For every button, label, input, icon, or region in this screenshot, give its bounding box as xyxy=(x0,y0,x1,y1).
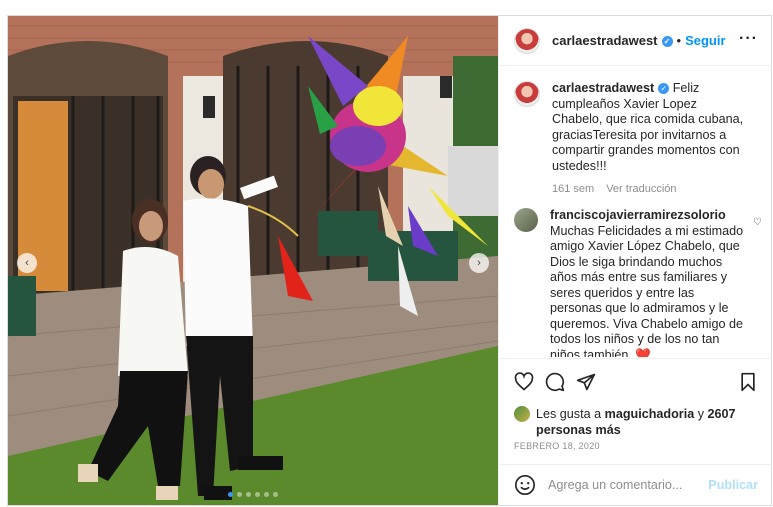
post-photo[interactable]: ‹ › xyxy=(8,16,498,505)
carousel-next-button[interactable]: › xyxy=(469,253,489,273)
add-comment-bar: Publicar xyxy=(499,464,772,505)
chevron-left-icon: ‹ xyxy=(25,257,29,269)
share-send-icon[interactable] xyxy=(576,372,596,392)
emoji-smile-icon[interactable] xyxy=(514,474,536,496)
post-date[interactable]: FEBRERO 18, 2020 xyxy=(514,441,600,451)
caption: carlaestradawest ✓ Feliz cumpleaños Xavie… xyxy=(514,81,747,198)
carousel-dot xyxy=(264,492,269,497)
comment-body: franciscojavierramirezsolorio Muchas Fel… xyxy=(550,208,746,357)
comment-bubble-icon[interactable] xyxy=(545,372,565,392)
carousel-prev-button[interactable]: ‹ xyxy=(17,253,37,273)
carousel-dot xyxy=(237,492,242,497)
caption-username[interactable]: carlaestradawest xyxy=(552,81,654,95)
follow-button[interactable]: Seguir xyxy=(685,33,725,48)
avatar[interactable] xyxy=(514,27,540,54)
carousel-dot xyxy=(255,492,260,497)
carousel-dot xyxy=(246,492,251,497)
action-icons xyxy=(514,372,759,394)
photo-scene xyxy=(8,16,498,505)
publish-button[interactable]: Publicar xyxy=(708,478,758,492)
chevron-right-icon: › xyxy=(477,257,481,269)
post-actions: Les gusta a maguichadoria y 2607 persona… xyxy=(499,358,772,463)
post-side-panel: carlaestradawest ✓ • Seguir ··· carlaestr… xyxy=(498,16,772,505)
header-separator: • xyxy=(676,33,682,48)
translate-link[interactable]: Ver traducción xyxy=(606,183,676,195)
more-options-icon[interactable]: ··· xyxy=(739,30,758,48)
carousel-indicator xyxy=(228,492,278,497)
instagram-post: ‹ › carlaestradawest ✓ • Seguir ··· carla… xyxy=(7,15,772,506)
caption-body: carlaestradawest ✓ Feliz cumpleaños Xavie… xyxy=(552,81,747,198)
save-bookmark-icon[interactable] xyxy=(739,372,757,392)
comment-like-heart-icon[interactable]: ♡ xyxy=(753,217,762,228)
liker-username[interactable]: maguichadoria xyxy=(605,407,695,421)
comment-text: Muchas Felicidades a mi estimado amigo X… xyxy=(550,223,744,358)
caption-age: 161 sem xyxy=(552,183,595,195)
header-username[interactable]: carlaestradawest ✓ xyxy=(552,33,673,48)
comment-input[interactable] xyxy=(548,478,708,492)
carousel-dot xyxy=(228,492,233,497)
list-item: franciscojavierramirezsolorio Muchas Fel… xyxy=(514,208,746,357)
comment-emoji: ❤️ xyxy=(635,347,652,358)
liker-avatar[interactable] xyxy=(514,406,530,422)
comment-avatar[interactable] xyxy=(514,208,538,232)
verified-badge-icon: ✓ xyxy=(661,36,673,47)
likes-summary: Les gusta a maguichadoria y 2607 persona… xyxy=(514,406,736,438)
caption-avatar[interactable] xyxy=(514,81,540,107)
caption-meta: 161 sem Ver traducción xyxy=(552,182,747,198)
likes-text: Les gusta a maguichadoria y 2607 persona… xyxy=(536,407,736,437)
verified-badge-icon: ✓ xyxy=(658,83,670,95)
like-heart-icon[interactable] xyxy=(514,372,534,392)
carousel-dot xyxy=(273,492,278,497)
comment-username[interactable]: franciscojavierramirezsolorio xyxy=(550,208,726,222)
post-header: carlaestradawest ✓ • Seguir ··· xyxy=(499,16,772,66)
comments-list[interactable]: carlaestradawest ✓ Feliz cumpleaños Xavie… xyxy=(499,67,772,357)
